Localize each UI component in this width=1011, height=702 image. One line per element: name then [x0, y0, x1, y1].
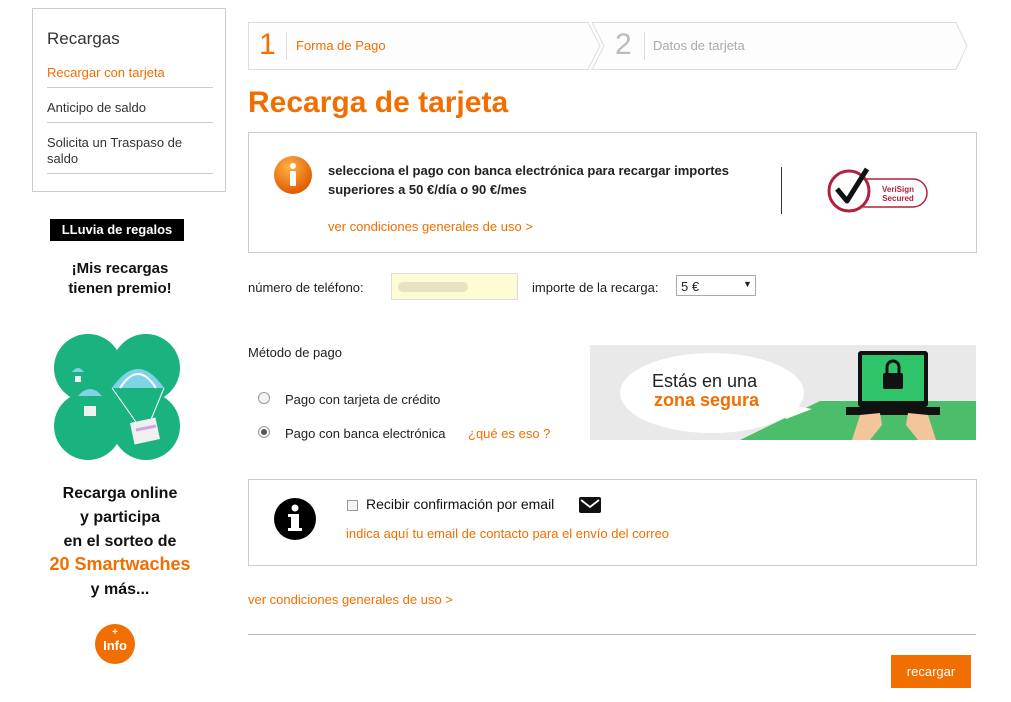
payment-method-title: Método de pago — [248, 345, 342, 360]
sidebar-menu: Recargas Recargar con tarjeta Anticipo d… — [32, 8, 226, 192]
step-2-label: Datos de tarjeta — [653, 38, 745, 53]
amount-selected-value: 5 € — [681, 279, 700, 294]
sidebar-title: Recargas — [47, 29, 120, 48]
promo-badge: LLuvia de regalos — [50, 219, 184, 241]
promo-text-3: en el sorteo de — [63, 533, 177, 550]
chevron-down-icon: ▼ — [743, 279, 752, 289]
checkout-steps: 1 Forma de Pago 2 Datos de tarjeta — [248, 22, 968, 70]
option-credit-card-label: Pago con tarjeta de crédito — [285, 392, 441, 407]
gift-parachute-illustration — [50, 330, 184, 464]
divider — [248, 634, 976, 635]
phone-label: número de teléfono: — [248, 280, 364, 295]
sidebar-item-recargar-tarjeta[interactable]: Recargar con tarjeta — [47, 65, 213, 88]
terms-link-bottom[interactable]: ver condiciones generales de uso > — [248, 592, 453, 607]
sidebar-item-anticipo-saldo[interactable]: Anticipo de saldo — [47, 100, 213, 123]
promo-text-4: y más... — [90, 581, 150, 598]
phone-value-masked — [398, 282, 468, 292]
info-icon — [274, 156, 312, 194]
step-2-number: 2 — [615, 28, 632, 61]
step-1-number: 1 — [259, 28, 276, 61]
whats-this-link[interactable]: ¿qué es eso ? — [468, 426, 550, 441]
promo-text-1: Recarga online — [62, 485, 178, 502]
amount-select[interactable]: 5 € ▼ — [676, 275, 756, 296]
terms-link-top[interactable]: ver condiciones generales de uso > — [328, 219, 533, 234]
info-circle-button[interactable]: + Info — [95, 624, 135, 664]
promo-text-2: y participa — [79, 509, 161, 526]
verisign-text-2: Secured — [882, 194, 914, 203]
phone-input[interactable] — [391, 273, 518, 300]
radio-credit-card[interactable] — [258, 392, 270, 404]
plus-icon: + — [112, 627, 118, 638]
email-confirmation-label: Recibir confirmación por email — [366, 496, 555, 512]
secure-zone-banner: Estás en una zona segura — [590, 345, 976, 440]
info-message-line-2: superiores a 50 €/día o 90 €/mes — [328, 182, 527, 197]
verisign-text-1: VeriSign — [881, 185, 914, 194]
email-confirmation-checkbox[interactable] — [347, 500, 358, 511]
info-message: selecciona el pago con banca electrónica… — [328, 161, 729, 199]
info-button-label: Info — [103, 638, 127, 653]
secure-banner-line-1: Estás en una — [652, 371, 758, 391]
sidebar-item-traspaso-saldo[interactable]: Solicita un Traspaso de saldo — [47, 135, 213, 174]
promo-highlight: 20 Smartwaches — [49, 554, 191, 574]
page-title: Recarga de tarjeta — [248, 86, 509, 119]
email-confirmation-box: Recibir confirmación por email indica aq… — [248, 479, 977, 566]
secure-banner-line-2: zona segura — [654, 390, 760, 410]
promo-headline-1: ¡Mis recargas — [71, 260, 169, 277]
promo-headline-2: tienen premio! — [68, 280, 172, 297]
envelope-icon — [579, 497, 601, 513]
amount-label: importe de la recarga: — [532, 280, 659, 295]
step-1-label: Forma de Pago — [296, 38, 386, 53]
info-notice-box: selecciona el pago con banca electrónica… — [248, 132, 977, 253]
radio-bank-transfer[interactable] — [258, 426, 270, 438]
info-message-line-1: selecciona el pago con banca electrónica… — [328, 163, 730, 178]
info-black-icon — [274, 498, 316, 540]
recargar-button[interactable]: recargar — [891, 655, 971, 688]
email-hint-link[interactable]: indica aquí tu email de contacto para el… — [346, 526, 669, 541]
option-bank-label: Pago con banca electrónica — [285, 426, 446, 441]
verisign-secured-seal: VeriSign Secured — [827, 163, 931, 217]
